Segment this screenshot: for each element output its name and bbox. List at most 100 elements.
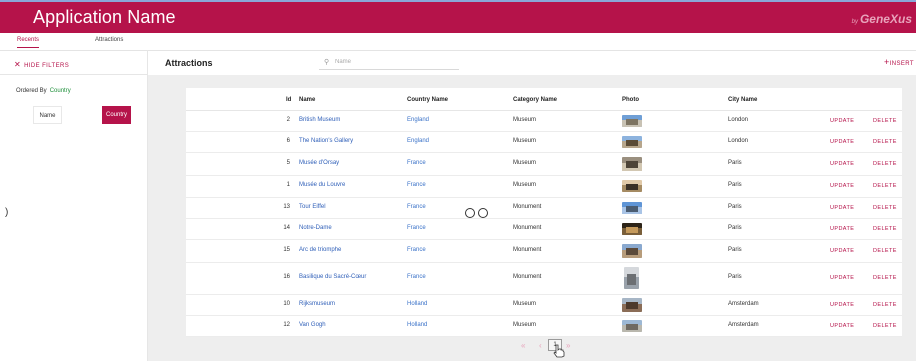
- table-row[interactable]: 12 Van Gogh Holland Museum Amsterdam UPDATE DE…: [186, 315, 902, 337]
- attraction-name-link[interactable]: Basilique du Sacré-Cœur: [299, 274, 366, 280]
- rijksmuseum-photo[interactable]: [622, 298, 642, 312]
- british-museum-photo[interactable]: [622, 115, 642, 127]
- attraction-name-link[interactable]: Arc de triomphe: [299, 247, 341, 253]
- delete-button[interactable]: DELETE: [873, 248, 897, 254]
- louvre-photo[interactable]: [622, 180, 642, 192]
- update-button[interactable]: UPDATE: [830, 248, 854, 254]
- country-name-link[interactable]: France: [407, 182, 426, 188]
- tab-attractions[interactable]: Attractions: [95, 37, 123, 43]
- table-row[interactable]: 13 Tour Eiffel France Monument Paris UPDATE DE…: [186, 197, 902, 219]
- delete-button[interactable]: DELETE: [873, 323, 897, 329]
- delete-button[interactable]: DELETE: [873, 161, 897, 167]
- hide-filters-label: HIDE FILTERS: [24, 63, 70, 69]
- van-gogh-photo[interactable]: [622, 320, 642, 332]
- filters-panel: ✕ HIDE FILTERS Ordered By Country Name Cou…: [0, 50, 148, 361]
- update-button[interactable]: UPDATE: [830, 183, 854, 189]
- table-row[interactable]: 16 Basilique du Sacré-Cœur France Monument P…: [186, 262, 902, 295]
- previous-page-button[interactable]: ‹: [539, 341, 542, 350]
- city-name: Paris: [728, 225, 742, 231]
- country-name-link[interactable]: France: [407, 225, 426, 231]
- insert-button[interactable]: +INSERT: [884, 57, 914, 67]
- loading-indicator-icon: [465, 208, 488, 218]
- header-photo[interactable]: Photo: [622, 97, 639, 103]
- header-id[interactable]: Id: [286, 97, 291, 103]
- app-title: Application Name: [33, 7, 176, 27]
- recents-tab-bar: Recents Attractions: [0, 33, 916, 51]
- cell-id: 10: [283, 301, 290, 307]
- update-button[interactable]: UPDATE: [830, 302, 854, 308]
- update-button[interactable]: UPDATE: [830, 139, 854, 145]
- attraction-name-link[interactable]: Musée du Louvre: [299, 182, 345, 188]
- country-name-link[interactable]: France: [407, 247, 426, 253]
- hide-filters-button[interactable]: ✕ HIDE FILTERS: [14, 60, 69, 69]
- attraction-name-link[interactable]: Tour Eiffel: [299, 204, 326, 210]
- table-row[interactable]: 1 Musée du Louvre France Museum Paris UPDATE D…: [186, 175, 902, 198]
- app-header: Application Name by GeneXus: [0, 0, 916, 33]
- hand-cursor-icon: [553, 344, 565, 358]
- splitter-handle[interactable]: ): [5, 207, 8, 218]
- update-button[interactable]: UPDATE: [830, 323, 854, 329]
- brand-logo: by GeneXus: [851, 12, 912, 26]
- arc-photo[interactable]: [622, 244, 642, 258]
- table-row[interactable]: 5 Musée d'Orsay France Museum Paris UPDATE DEL…: [186, 152, 902, 176]
- cell-id: 16: [283, 274, 290, 280]
- update-button[interactable]: UPDATE: [830, 118, 854, 124]
- update-button[interactable]: UPDATE: [830, 161, 854, 167]
- tab-recents[interactable]: Recents: [17, 37, 40, 48]
- cell-id: 12: [283, 322, 290, 328]
- attraction-name-link[interactable]: The Nation's Gallery: [299, 138, 353, 144]
- table-row[interactable]: 15 Arc de triomphe France Monument Paris UPDA…: [186, 239, 902, 263]
- order-by-name-button[interactable]: Name: [33, 106, 62, 124]
- country-name-link[interactable]: England: [407, 138, 429, 144]
- header-name[interactable]: Name: [299, 97, 315, 103]
- table-row[interactable]: 10 Rijksmuseum Holland Museum Amsterdam UPDAT…: [186, 294, 902, 316]
- country-name-link[interactable]: France: [407, 204, 426, 210]
- delete-button[interactable]: DELETE: [873, 139, 897, 145]
- update-button[interactable]: UPDATE: [830, 226, 854, 232]
- country-name-link[interactable]: Holland: [407, 322, 427, 328]
- country-name-link[interactable]: England: [407, 117, 429, 123]
- notre-dame-photo[interactable]: [622, 223, 642, 235]
- next-page-button[interactable]: »: [566, 341, 570, 350]
- national-gallery-photo[interactable]: [622, 136, 642, 148]
- delete-button[interactable]: DELETE: [873, 118, 897, 124]
- country-name-link[interactable]: France: [407, 160, 426, 166]
- search-input[interactable]: [335, 56, 453, 68]
- update-button[interactable]: UPDATE: [830, 275, 854, 281]
- close-icon: ✕: [14, 60, 22, 69]
- eiffel-photo[interactable]: [622, 202, 642, 214]
- city-name: Paris: [728, 160, 742, 166]
- update-button[interactable]: UPDATE: [830, 205, 854, 211]
- header-category[interactable]: Category Name: [513, 97, 557, 103]
- country-name-link[interactable]: Holland: [407, 301, 427, 307]
- category-name: Monument: [513, 247, 542, 253]
- category-name: Monument: [513, 225, 542, 231]
- table-row[interactable]: 2 British Museum England Museum London UPDATE…: [186, 110, 902, 132]
- table-row[interactable]: 14 Notre-Dame France Monument Paris UPDATE DEL…: [186, 218, 902, 240]
- sacre-coeur-photo[interactable]: [624, 267, 639, 289]
- table-row[interactable]: 6 The Nation's Gallery England Museum London…: [186, 131, 902, 153]
- header-city[interactable]: City Name: [728, 97, 757, 103]
- attraction-name-link[interactable]: Musée d'Orsay: [299, 160, 339, 166]
- first-page-button[interactable]: «: [521, 341, 525, 350]
- attraction-name-link[interactable]: Van Gogh: [299, 322, 326, 328]
- attraction-name-link[interactable]: Notre-Dame: [299, 225, 332, 231]
- orsay-photo[interactable]: [622, 157, 642, 171]
- delete-button[interactable]: DELETE: [873, 275, 897, 281]
- category-name: Museum: [513, 301, 537, 307]
- country-name-link[interactable]: France: [407, 274, 426, 280]
- category-name: Museum: [513, 160, 537, 166]
- attractions-grid: Id Name Country Name Category Name Photo…: [186, 88, 902, 337]
- category-name: Museum: [513, 182, 537, 188]
- delete-button[interactable]: DELETE: [873, 183, 897, 189]
- delete-button[interactable]: DELETE: [873, 226, 897, 232]
- header-country[interactable]: Country Name: [407, 97, 448, 103]
- delete-button[interactable]: DELETE: [873, 205, 897, 211]
- cell-id: 6: [286, 138, 290, 144]
- order-by-country-button[interactable]: Country: [102, 106, 131, 124]
- category-name: Museum: [513, 117, 537, 123]
- cell-id: 1: [286, 182, 290, 188]
- delete-button[interactable]: DELETE: [873, 302, 897, 308]
- attraction-name-link[interactable]: British Museum: [299, 117, 340, 123]
- attraction-name-link[interactable]: Rijksmuseum: [299, 301, 335, 307]
